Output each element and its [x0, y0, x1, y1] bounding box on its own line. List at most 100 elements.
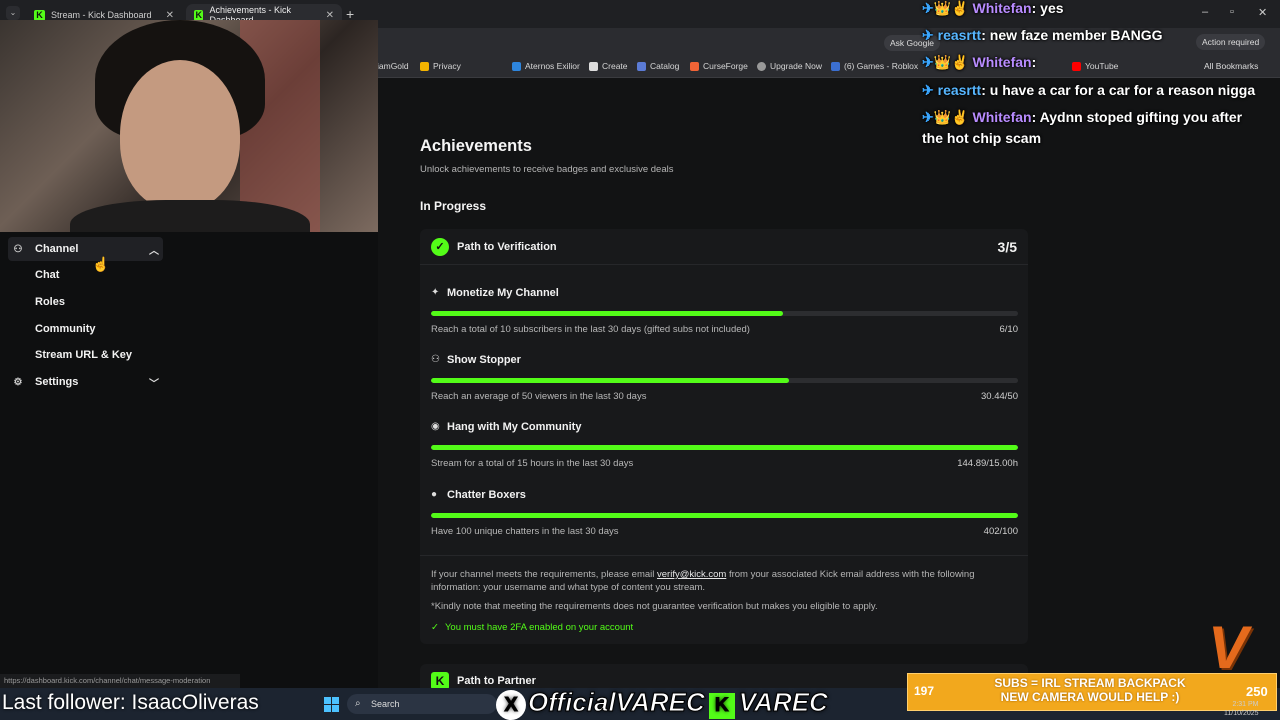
chevron-up-icon: ︿ — [149, 245, 159, 257]
x-logo-icon: X — [496, 690, 526, 720]
bookmark-item[interactable]: CurseForge — [690, 61, 748, 71]
bookmark-item[interactable]: iamGold — [377, 61, 409, 71]
chevron-down-icon: ﹀ — [149, 378, 159, 390]
chat-message: ✈👑✌ Whitefan: yes — [922, 0, 1064, 16]
bookmark-item[interactable]: Upgrade Now — [757, 61, 822, 71]
badge-icons: ✈ — [922, 82, 934, 98]
chat-message: ✈👑✌ Whitefan: — [922, 54, 1037, 70]
search-icon: ⌕ — [355, 698, 361, 709]
last-follower-text: Last follower: IsaacOliveras — [2, 691, 259, 714]
chat-username: Whitefan — [972, 54, 1032, 70]
sidebar-item-stream-url[interactable]: Stream URL & Key — [35, 349, 132, 361]
task-name: Hang with My Community — [447, 421, 582, 433]
close-window-icon[interactable]: ✕ — [1258, 6, 1267, 19]
task-name: Monetize My Channel — [447, 287, 559, 299]
verification-card: ✓ Path to Verification 3/5 ✦ Monetize My… — [420, 229, 1028, 644]
close-tab-icon[interactable]: ✕ — [326, 10, 334, 21]
chat-username: reasrtt — [937, 82, 982, 98]
verification-note: *Kindly note that meeting the requiremen… — [431, 601, 878, 612]
task-value: 402/100 — [983, 526, 1018, 537]
task-description: Have 100 unique chatters in the last 30 … — [431, 526, 619, 537]
task-name: Chatter Boxers — [447, 489, 526, 501]
sidebar-item-label: Channel — [35, 243, 79, 255]
chat-bubble-icon: ● — [431, 489, 438, 500]
verified-badge-icon: ✓ — [431, 238, 449, 256]
twofa-requirement: ✓ You must have 2FA enabled on your acco… — [431, 622, 634, 633]
webcam-feed — [0, 20, 378, 232]
subs-goal-message: SUBS = IRL STREAM BACKPACK NEW CAMERA WO… — [994, 676, 1186, 704]
minimize-icon[interactable]: – — [1202, 6, 1208, 18]
all-bookmarks-button[interactable]: All Bookmarks — [1204, 61, 1258, 71]
card-title: Path to Verification — [457, 241, 557, 253]
progress-bar — [431, 513, 1018, 518]
action-required-button[interactable]: Action required — [1196, 34, 1266, 50]
badge-icons: ✈👑✌ — [922, 109, 969, 125]
kick-logo-icon: K — [708, 693, 735, 719]
verification-info: If your channel meets the requirements, … — [431, 569, 975, 593]
chat-username: Whitefan — [972, 0, 1032, 16]
task-description: Reach a total of 10 subscribers in the l… — [431, 324, 750, 335]
varec-logo: V — [1208, 614, 1249, 681]
progress-fill — [431, 513, 1018, 518]
chat-username: Whitefan — [972, 109, 1032, 125]
broadcast-icon: ◉ — [431, 421, 440, 432]
progress-bar — [431, 311, 1018, 316]
chat-message: ✈ reasrtt: u have a car for a car for a … — [922, 82, 1256, 98]
windows-start-icon[interactable] — [324, 697, 339, 712]
progress-bar — [431, 445, 1018, 450]
sidebar-item-label: Settings — [35, 376, 79, 388]
bookmark-item[interactable]: (6) Games - Roblox — [831, 61, 918, 71]
task-value: 144.89/15.00h — [957, 458, 1018, 469]
progress-fill — [431, 378, 790, 383]
progress-fill — [431, 445, 1018, 450]
sidebar-item-community[interactable]: Community — [35, 323, 96, 335]
checkmark-icon: ✓ — [431, 622, 439, 633]
bookmark-item[interactable]: Aternos Exilior — [512, 61, 580, 71]
progress-bar — [431, 378, 1018, 383]
subs-current: 197 — [914, 684, 935, 698]
taskbar-search[interactable]: ⌕ Search — [347, 694, 497, 714]
task-name: Show Stopper — [447, 354, 521, 366]
section-title: In Progress — [420, 199, 487, 213]
task-value: 6/10 — [999, 324, 1019, 335]
sidebar-item-roles[interactable]: Roles — [35, 296, 65, 308]
users-icon: ⚇ — [431, 354, 440, 365]
subs-target: 250 — [1246, 684, 1268, 699]
users-icon: ⚇ — [13, 243, 23, 255]
page-subtitle: Unlock achievements to receive badges an… — [420, 164, 674, 175]
social-handles: X OfficialVAREC K VAREC — [496, 687, 828, 720]
chat-message: ✈👑✌ Whitefan: Aydnn stoped gifting you a… — [922, 109, 1243, 125]
sidebar-item-chat[interactable]: Chat — [35, 269, 59, 281]
bookmark-item[interactable]: Create — [589, 61, 628, 71]
page-title: Achievements — [420, 137, 532, 155]
bookmark-item[interactable]: Catalog — [637, 61, 679, 71]
chat-username: reasrtt — [937, 27, 982, 43]
badge-icons: ✈👑✌ — [922, 0, 969, 16]
card-title: Path to Partner — [457, 675, 536, 687]
task-value: 30.44/50 — [981, 391, 1018, 402]
gear-icon: ⚙ — [13, 376, 23, 388]
chat-message: ✈ reasrtt: new faze member BANGG — [922, 27, 1163, 43]
task-description: Reach an average of 50 viewers in the la… — [431, 391, 647, 402]
close-tab-icon[interactable]: ✕ — [166, 10, 174, 21]
sparkle-icon: ✦ — [431, 287, 440, 298]
kick-favicon-icon: K — [194, 9, 204, 21]
chat-message-continued: the hot chip scam — [922, 130, 1042, 146]
card-progress-count: 3/5 — [997, 239, 1017, 255]
progress-fill — [431, 311, 784, 316]
status-url: https://dashboard.kick.com/channel/chat/… — [0, 674, 240, 688]
verify-email-link[interactable]: verify@kick.com — [657, 569, 726, 580]
bookmark-item[interactable]: YouTube — [1072, 61, 1118, 71]
card-header[interactable]: ✓ Path to Verification 3/5 — [420, 229, 1028, 265]
maximize-icon[interactable]: ▫ — [1230, 6, 1234, 18]
bookmark-item[interactable]: Privacy — [420, 61, 461, 71]
sidebar-item-settings[interactable]: ⚙ Settings ﹀ — [8, 370, 163, 394]
badge-icons: ✈ — [922, 27, 934, 43]
sidebar-item-channel[interactable]: ⚇ Channel ︿ — [8, 237, 163, 261]
divider — [420, 555, 1028, 556]
taskbar-clock: 2:31 PM 11/10/2025 — [1224, 701, 1259, 717]
tab-search-icon[interactable]: ⌄ — [6, 6, 20, 20]
tab-title: Stream - Kick Dashboard — [51, 10, 152, 20]
mouse-cursor-icon: ☝ — [92, 256, 110, 272]
badge-icons: ✈👑✌ — [922, 54, 969, 70]
